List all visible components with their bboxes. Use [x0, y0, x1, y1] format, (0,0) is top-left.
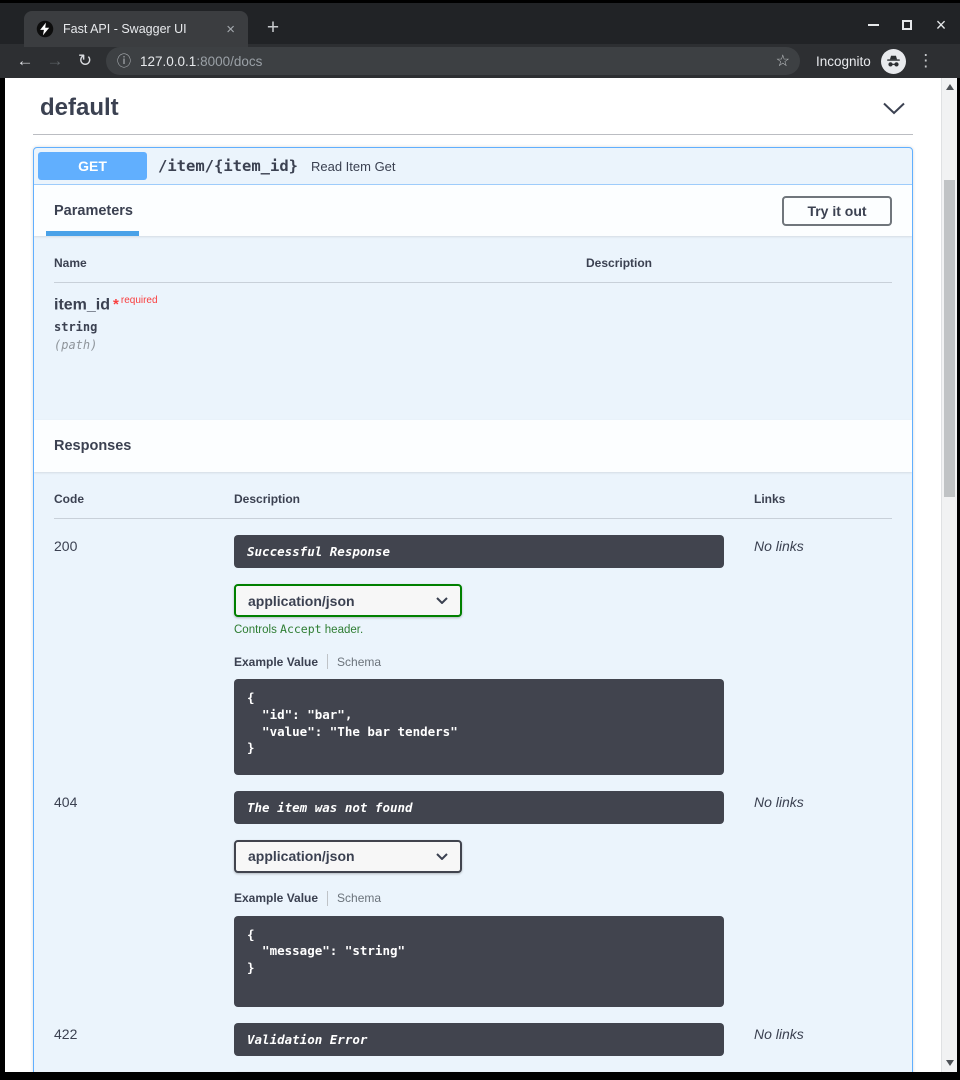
responses-title: Responses	[54, 438, 131, 454]
tab-title: Fast API - Swagger UI	[63, 22, 221, 36]
tab-parameters: Parameters	[54, 203, 133, 219]
opblock-summary[interactable]: GET /item/{item_id} Read Item Get	[34, 148, 912, 185]
media-type-select[interactable]: application/json	[234, 840, 462, 873]
window-controls: ×	[862, 3, 952, 47]
param-location: (path)	[54, 338, 892, 352]
minimize-icon[interactable]	[862, 14, 884, 36]
response-links: No links	[754, 791, 892, 1007]
example-json-block: { "message": "string" }	[234, 916, 724, 1007]
new-tab-icon[interactable]: +	[260, 16, 286, 40]
browser-menu-icon[interactable]: ⋮	[916, 51, 936, 71]
tab-schema[interactable]: Schema	[337, 891, 381, 905]
browser-titlebar: Fast API - Swagger UI × + ×	[0, 3, 960, 44]
tab-separator	[327, 891, 328, 906]
example-json-block: { "id": "bar", "value": "The bar tenders…	[234, 679, 724, 775]
response-description: Successful Response	[234, 535, 724, 568]
response-code: 422	[54, 1023, 234, 1072]
required-label: required	[121, 295, 158, 306]
response-code: 404	[54, 791, 234, 1007]
chevron-down-icon	[436, 853, 448, 860]
browser-toolbar: ← → ↻ ⓘ 127.0.0.1 :8000/docs ☆ Incognito…	[0, 44, 960, 78]
operation-summary: Read Item Get	[311, 159, 396, 174]
forward-icon[interactable]: →	[40, 51, 70, 71]
response-links: No links	[754, 535, 892, 775]
opblock-get: GET /item/{item_id} Read Item Get Parame…	[33, 147, 913, 1072]
parameters-header: Parameters Try it out	[34, 185, 912, 236]
tab-example-value[interactable]: Example Value	[234, 891, 318, 905]
example-json: { "id": "bar", "value": "The bar tenders…	[247, 690, 711, 757]
tag-divider	[33, 134, 913, 135]
browser-tab[interactable]: Fast API - Swagger UI ×	[24, 11, 248, 47]
address-bar[interactable]: ⓘ 127.0.0.1 :8000/docs ☆	[106, 47, 800, 75]
scroll-up-icon[interactable]	[946, 84, 954, 90]
tab-schema[interactable]: Schema	[337, 655, 381, 669]
tab-example-value[interactable]: Example Value	[234, 655, 318, 669]
page-info-icon[interactable]: ⓘ	[117, 51, 131, 71]
response-links: No links	[754, 1023, 892, 1072]
parameter-row: item_id*required string (path)	[54, 283, 892, 352]
response-description: The item was not found	[234, 791, 724, 824]
example-json: { "message": "string" }	[247, 927, 711, 977]
responses-header: Responses	[34, 420, 912, 472]
maximize-icon[interactable]	[896, 14, 918, 36]
scroll-down-icon[interactable]	[946, 1060, 954, 1066]
media-type-select[interactable]: application/json	[234, 584, 462, 617]
parameters-table: Name Description item_id*required string…	[34, 236, 912, 420]
close-icon[interactable]: ×	[930, 14, 952, 36]
responses-table: Code Description Links 200 Successful Re…	[34, 472, 912, 1072]
bookmark-star-icon[interactable]: ☆	[776, 51, 790, 71]
resp-col-links: Links	[754, 492, 785, 506]
incognito-label: Incognito	[816, 54, 871, 69]
tag-title: default	[40, 94, 119, 122]
chevron-down-icon	[436, 597, 448, 604]
operation-path: /item/{item_id}	[158, 157, 298, 175]
incognito-icon	[881, 49, 906, 74]
response-row-404: 404 The item was not found application/j…	[54, 775, 892, 1007]
accept-header-note: Controls Accept header.	[234, 622, 754, 636]
resp-col-code: Code	[54, 492, 234, 506]
response-code: 200	[54, 535, 234, 775]
try-it-out-button[interactable]: Try it out	[782, 196, 892, 226]
back-icon[interactable]: ←	[10, 51, 40, 71]
parameters-tab-underline	[46, 231, 139, 236]
collapse-chevron-icon[interactable]	[882, 102, 906, 115]
param-col-name: Name	[54, 256, 586, 270]
url-path: :8000/docs	[196, 54, 262, 69]
page-content: default GET /item/{item_id} Read Item Ge…	[5, 78, 941, 1072]
response-row-422: 422 Validation Error application/json Ex…	[54, 1007, 892, 1072]
response-description: Validation Error	[234, 1023, 724, 1056]
vertical-scrollbar[interactable]	[941, 78, 957, 1072]
fastapi-favicon-icon	[36, 20, 54, 38]
required-star: *	[113, 296, 119, 313]
tag-section-header[interactable]: default	[33, 86, 913, 134]
method-badge: GET	[38, 152, 147, 180]
scrollbar-thumb[interactable]	[944, 180, 955, 497]
response-row-200: 200 Successful Response application/json…	[54, 519, 892, 775]
reload-icon[interactable]: ↻	[70, 51, 100, 71]
param-type: string	[54, 320, 892, 334]
tab-separator	[327, 654, 328, 669]
url-host: 127.0.0.1	[140, 54, 196, 69]
param-name: item_id	[54, 296, 110, 313]
tab-close-icon[interactable]: ×	[221, 20, 240, 39]
param-col-description: Description	[586, 256, 652, 270]
resp-col-description: Description	[234, 492, 754, 506]
